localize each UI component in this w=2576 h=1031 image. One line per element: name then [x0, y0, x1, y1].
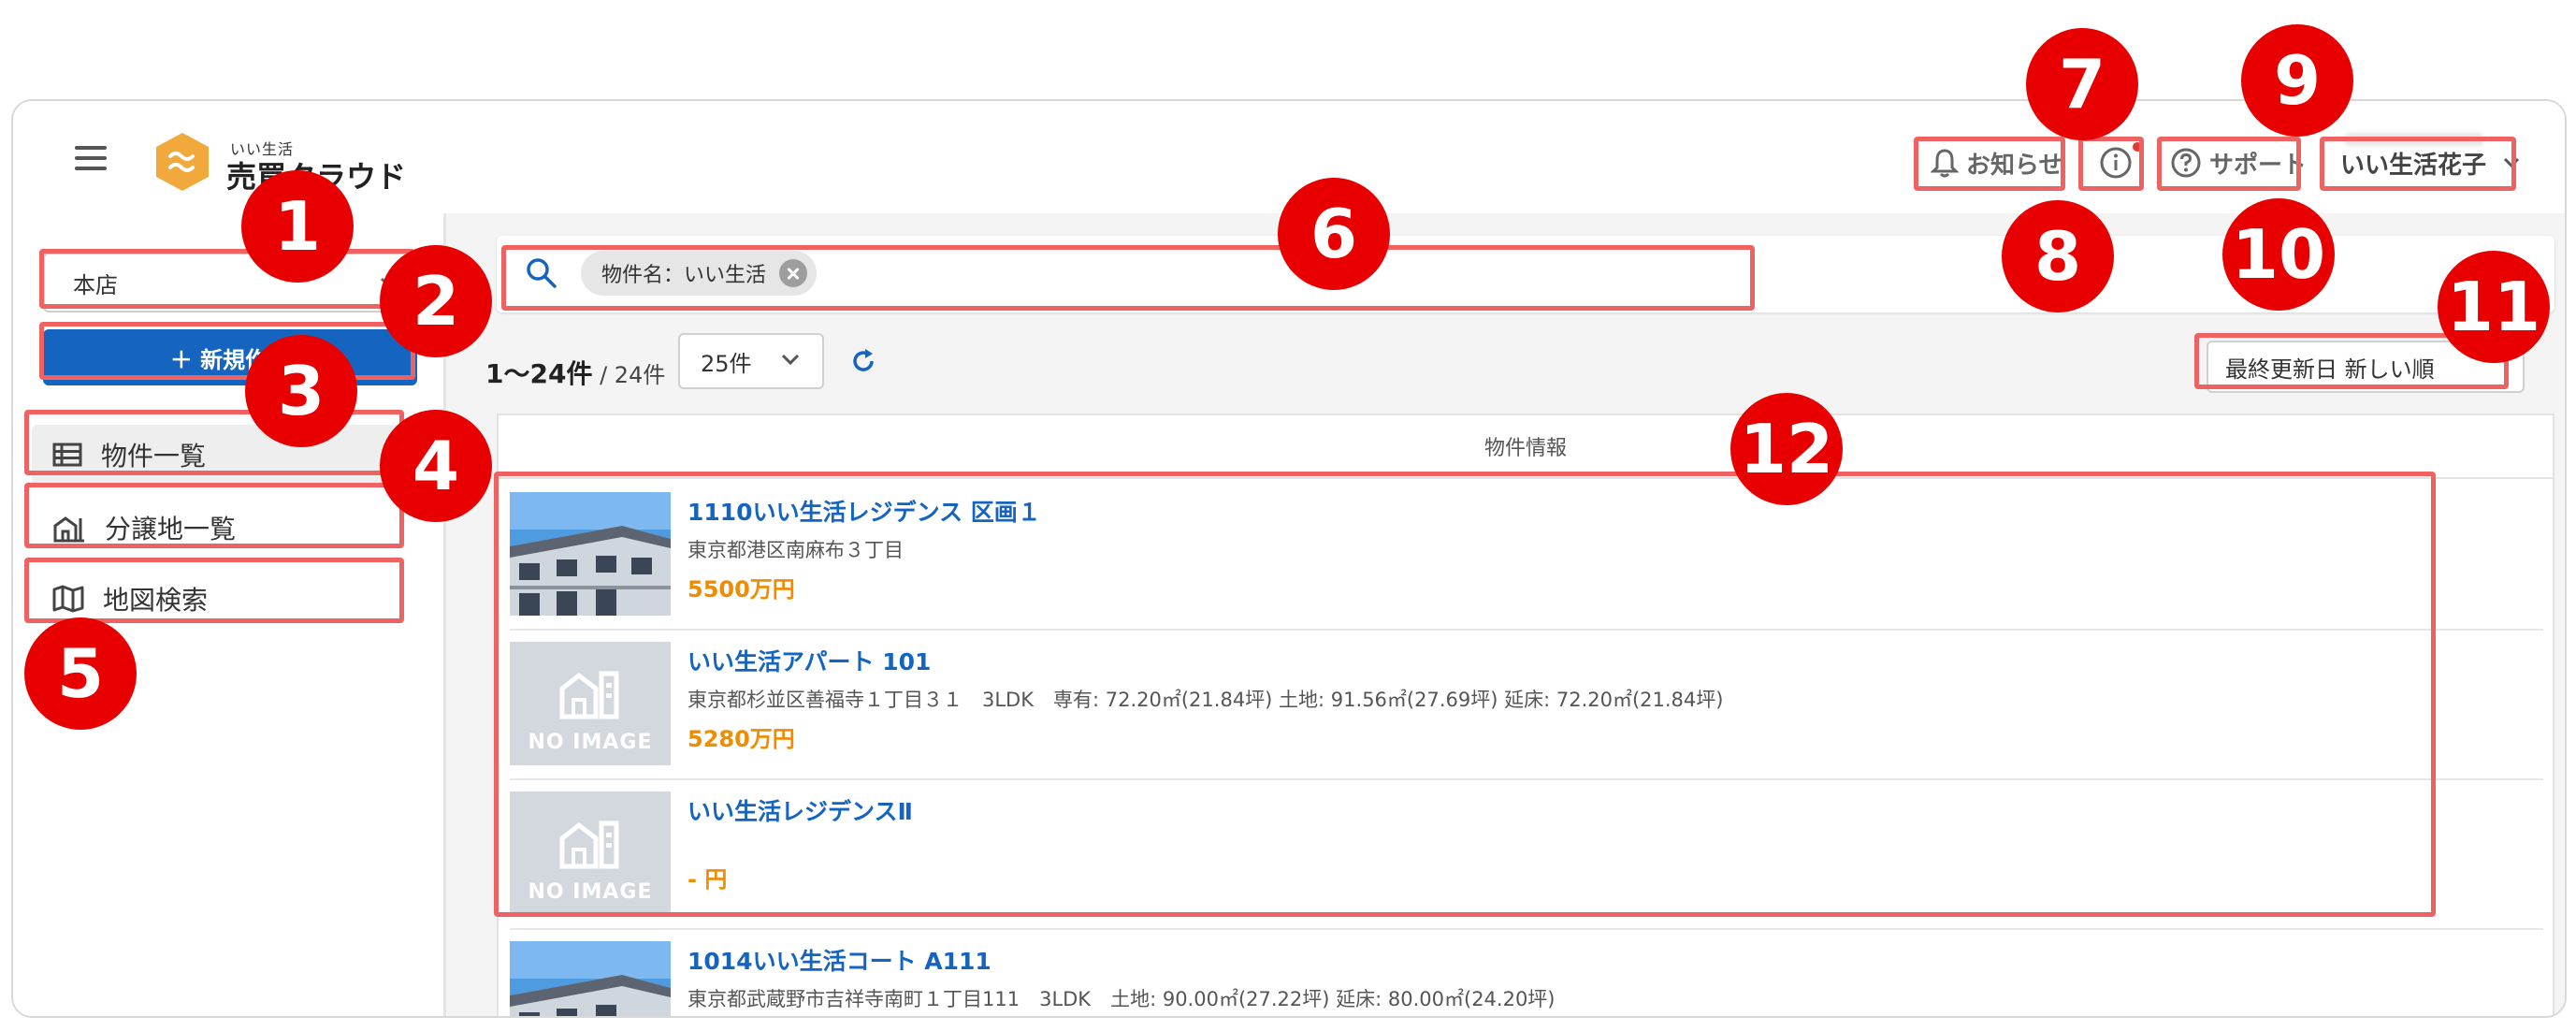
- highlight-user-menu: [2320, 137, 2516, 191]
- highlight-property-rows: [494, 472, 2436, 917]
- per-page-select[interactable]: 25件: [678, 333, 824, 389]
- highlight-store-select: [39, 249, 415, 309]
- annotation-badge: 9: [2241, 24, 2353, 137]
- annotation-badge: 2: [380, 245, 492, 357]
- annotation-badge: 10: [2222, 198, 2335, 311]
- result-total: / 24件: [592, 362, 666, 388]
- property-address: 東京都武蔵野市吉祥寺南町１丁目111 3LDK 土地: 90.00㎡(27.22…: [687, 988, 1556, 1010]
- highlight-notice: [1914, 137, 2065, 191]
- annotation-badge: 3: [245, 335, 357, 447]
- annotation-badge: 7: [2026, 28, 2138, 140]
- annotation-badge: 11: [2438, 251, 2550, 363]
- annotation-badge: 5: [24, 617, 137, 730]
- per-page-value: 25件: [701, 350, 752, 377]
- highlight-info: [2078, 137, 2144, 191]
- annotation-badge: 6: [1278, 178, 1390, 290]
- property-title-link[interactable]: 1014いい生活コート A111: [687, 943, 991, 977]
- table-header: 物件情報: [499, 415, 2553, 479]
- annotation-badge: 12: [1730, 393, 1843, 505]
- highlight-search-bar: [501, 245, 1755, 311]
- refresh-icon[interactable]: [848, 346, 878, 376]
- annotation-badge: 4: [380, 410, 492, 522]
- highlight-support: [2157, 137, 2301, 191]
- result-count: 1〜24件 / 24件: [485, 354, 665, 391]
- highlight-new-button: [39, 322, 415, 380]
- result-range: 1〜24件: [485, 358, 593, 389]
- highlight-map-search: [24, 558, 404, 623]
- table-row[interactable]: 1014いい生活コート A111 東京都武蔵野市吉祥寺南町１丁目111 3LDK…: [510, 928, 2543, 1016]
- property-photo: [510, 941, 671, 1016]
- chevron-down-icon: [781, 354, 800, 366]
- highlight-subdivision-list: [24, 483, 404, 548]
- annotation-badge: 1: [241, 170, 354, 283]
- menu-icon[interactable]: [75, 146, 107, 170]
- logo-icon: [156, 133, 209, 191]
- annotation-badge: 8: [2002, 200, 2114, 312]
